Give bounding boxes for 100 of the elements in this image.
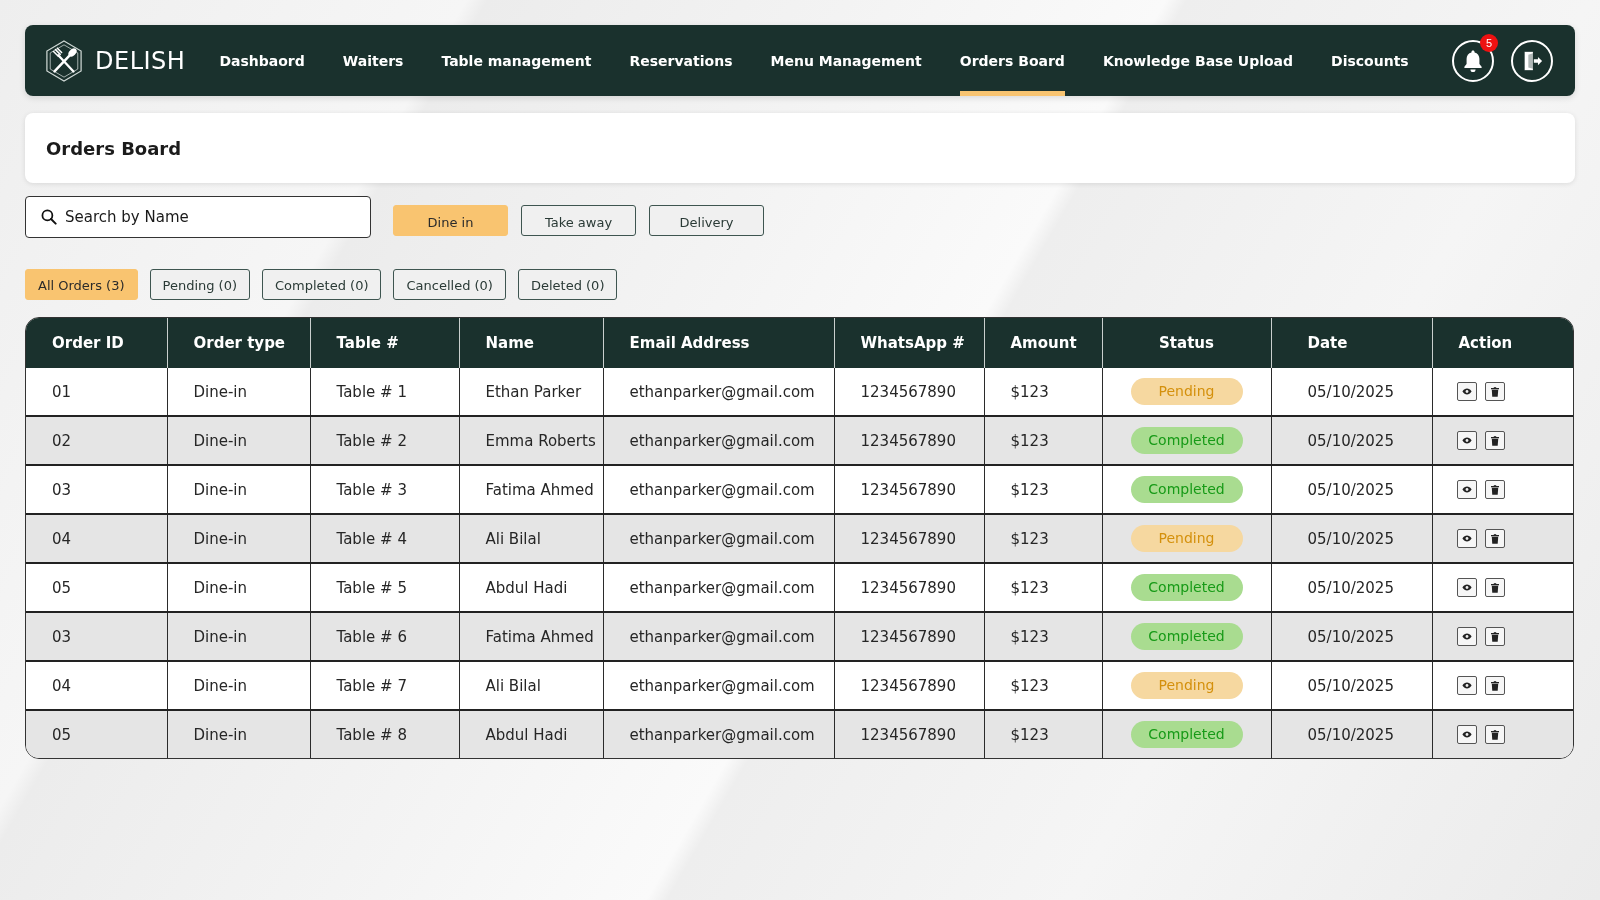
table-cell: Table # 6 — [310, 612, 459, 661]
status-filter[interactable]: All Orders (3) — [25, 269, 138, 300]
table-cell: Table # 3 — [310, 465, 459, 514]
table-cell: 1234567890 — [834, 465, 984, 514]
table-cell: 05/10/2025 — [1271, 563, 1432, 612]
trash-icon — [1490, 631, 1499, 642]
delete-button[interactable] — [1484, 529, 1505, 548]
table-cell: Table # 7 — [310, 661, 459, 710]
nav-tab[interactable]: Waiters — [342, 25, 404, 96]
table-cell: 05 — [26, 563, 167, 612]
table-cell: Dine-in — [167, 465, 310, 514]
table-cell: $123 — [984, 612, 1102, 661]
table-cell: Table # 2 — [310, 416, 459, 465]
column-header: Email Address — [603, 318, 834, 368]
column-header: Amount — [984, 318, 1102, 368]
table-cell: 1234567890 — [834, 661, 984, 710]
nav-tab[interactable]: Reservations — [629, 25, 733, 96]
trash-icon — [1490, 582, 1499, 593]
table-cell: Dine-in — [167, 368, 310, 416]
column-header: Order type — [167, 318, 310, 368]
nav-tab[interactable]: Orders Board — [959, 25, 1065, 96]
search-icon — [41, 209, 57, 225]
status-tag: Completed — [1130, 574, 1243, 601]
table-cell: $123 — [984, 563, 1102, 612]
table-cell: ethanparker@gmail.com — [603, 514, 834, 563]
delete-button[interactable] — [1484, 578, 1505, 597]
eye-icon — [1461, 682, 1472, 689]
order-type-filter[interactable]: Take away — [521, 205, 636, 236]
view-button[interactable] — [1456, 382, 1477, 401]
nav-tab[interactable]: Table management — [441, 25, 592, 96]
table-cell: $123 — [984, 416, 1102, 465]
trash-icon — [1490, 533, 1499, 544]
view-button[interactable] — [1456, 431, 1477, 450]
delete-button[interactable] — [1484, 382, 1505, 401]
table-cell: 05/10/2025 — [1271, 416, 1432, 465]
notification-count: 5 — [1480, 33, 1498, 52]
table-cell: 05 — [26, 710, 167, 758]
order-type-filter[interactable]: Delivery — [649, 205, 764, 236]
eye-icon — [1461, 486, 1472, 493]
status-filter[interactable]: Pending (0) — [149, 269, 251, 300]
column-header: Date — [1271, 318, 1432, 368]
table-cell: $123 — [984, 661, 1102, 710]
column-header: Status — [1102, 318, 1271, 368]
view-button[interactable] — [1456, 725, 1477, 744]
view-button[interactable] — [1456, 529, 1477, 548]
nav-tab[interactable]: Discounts — [1331, 25, 1409, 96]
view-button[interactable] — [1456, 676, 1477, 695]
search-field[interactable]: Search by Name — [25, 196, 371, 238]
status-filter[interactable]: Completed (0) — [262, 269, 382, 300]
table-cell: 05/10/2025 — [1271, 514, 1432, 563]
status-filter[interactable]: Cancelled (0) — [393, 269, 506, 300]
table-cell: 1234567890 — [834, 563, 984, 612]
table-cell: 03 — [26, 465, 167, 514]
table-cell: Dine-in — [167, 612, 310, 661]
eye-icon — [1461, 633, 1472, 640]
table-cell: ethanparker@gmail.com — [603, 612, 834, 661]
table-cell: Abdul Hadi — [459, 563, 603, 612]
view-button[interactable] — [1456, 480, 1477, 499]
order-type-filter[interactable]: Dine in — [393, 205, 508, 236]
table-cell: $123 — [984, 465, 1102, 514]
status-filter[interactable]: Deleted (0) — [517, 269, 618, 300]
eye-icon — [1461, 535, 1472, 542]
table-cell: Dine-in — [167, 416, 310, 465]
delete-button[interactable] — [1484, 676, 1505, 695]
status-tag: Completed — [1130, 427, 1243, 454]
table-cell: Dine-in — [167, 710, 310, 758]
table-cell: Table # 8 — [310, 710, 459, 758]
table-cell: 04 — [26, 661, 167, 710]
view-button[interactable] — [1456, 627, 1477, 646]
bell-icon — [1462, 48, 1484, 73]
table-cell: Dine-in — [167, 661, 310, 710]
table-cell: ethanparker@gmail.com — [603, 416, 834, 465]
status-tag: Pending — [1130, 672, 1243, 699]
table-cell: ethanparker@gmail.com — [603, 563, 834, 612]
table-cell: Dine-in — [167, 563, 310, 612]
table-cell: Fatima Ahmed — [459, 612, 603, 661]
nav-tab[interactable]: Menu Management — [770, 25, 922, 96]
logout-button[interactable] — [1511, 39, 1553, 82]
column-header: Name — [459, 318, 603, 368]
table-cell: 05/10/2025 — [1271, 612, 1432, 661]
delete-button[interactable] — [1484, 725, 1505, 744]
delete-button[interactable] — [1484, 627, 1505, 646]
table-cell: 03 — [26, 612, 167, 661]
eye-icon — [1461, 584, 1472, 591]
table-cell: Ali Bilal — [459, 514, 603, 563]
table-cell: 05/10/2025 — [1271, 368, 1432, 416]
status-tag: Pending — [1130, 525, 1243, 552]
table-cell: Table # 5 — [310, 563, 459, 612]
logo-icon — [45, 39, 83, 82]
nav-tab[interactable]: Dashbaord — [219, 25, 305, 96]
status-tag: Completed — [1130, 623, 1243, 650]
view-button[interactable] — [1456, 578, 1477, 597]
status-tag: Completed — [1130, 476, 1243, 503]
nav-tab[interactable]: Knowledge Base Upload — [1102, 25, 1294, 96]
table-cell: 1234567890 — [834, 710, 984, 758]
delete-button[interactable] — [1484, 431, 1505, 450]
table-cell: 05/10/2025 — [1271, 465, 1432, 514]
table-cell: Ethan Parker — [459, 368, 603, 416]
delete-button[interactable] — [1484, 480, 1505, 499]
trash-icon — [1490, 680, 1499, 691]
